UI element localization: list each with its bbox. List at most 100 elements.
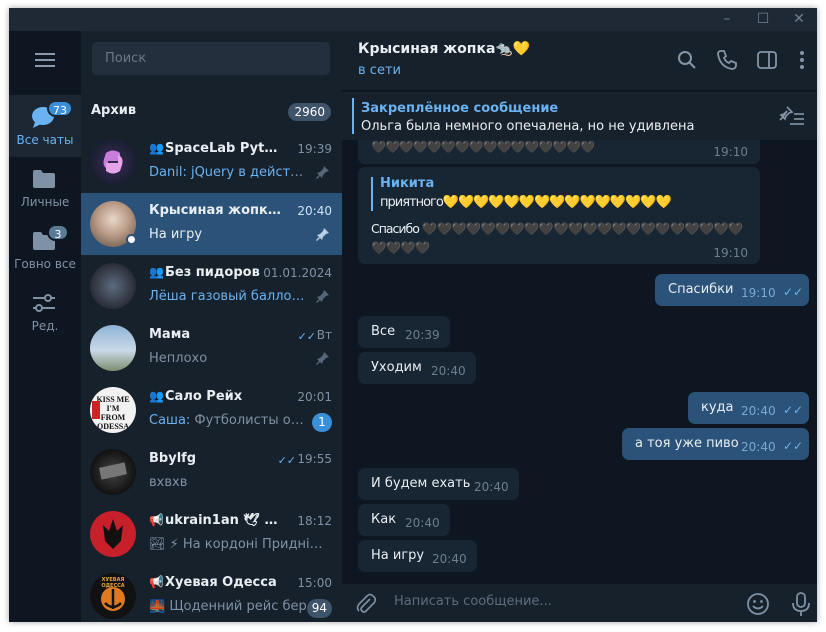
search-icon[interactable] — [676, 49, 698, 71]
avatar — [90, 511, 136, 557]
message-text: Спасибо 🖤🖤🖤🖤🖤🖤🖤🖤🖤🖤🖤🖤🖤🖤🖤🖤🖤🖤🖤🖤🖤🖤🖤🖤🖤🖤 — [371, 221, 743, 255]
close-button[interactable]: ✕ — [781, 8, 817, 31]
chat-preview: Лёша газовый баллон: Стикер — [149, 289, 309, 304]
hamburger-menu-icon[interactable] — [35, 53, 55, 67]
folder-label: Говно все — [14, 257, 76, 271]
chat-name: 👥Сало Рейх — [149, 389, 243, 404]
avatar — [90, 263, 136, 309]
message-text: На игру — [371, 548, 425, 563]
pinned-list-icon[interactable] — [779, 105, 805, 127]
telegram-window: – ☐ ✕ 73 Все чаты Личные 3 Говно все Ред… — [9, 8, 817, 622]
chat-item[interactable]: 📢ukrain1an 🕊 news 18:12 🏞 ⚡ На кордоні П… — [81, 503, 342, 565]
chat-item[interactable]: KISS ME I'M FROM ODESSA 👥Сало Рейх 20:01 Са… — [81, 379, 342, 441]
avatar — [90, 325, 136, 371]
message-bubble-outgoing[interactable]: а тоя уже пиво 20:40 ✓✓ — [622, 428, 809, 460]
chat-time: 20:01 — [297, 390, 332, 404]
attach-icon[interactable] — [355, 593, 377, 615]
preview-sender: Danil: — [149, 165, 187, 180]
message-bubble-incoming[interactable]: Уходим 20:40 — [358, 352, 476, 384]
chat-title[interactable]: Крысиная жопка🐀💛 — [358, 41, 530, 57]
chat-preview: Danil: jQuery в действии.pdf — [149, 165, 309, 180]
pinned-accent-bar — [352, 98, 354, 134]
message-time: 20:40 — [432, 552, 467, 566]
message-bubble-incoming[interactable]: На игру 20:40 — [358, 540, 477, 572]
reply-text: приятного💛💛💛💛💛💛💛💛💛💛💛💛💛💛💛 — [380, 195, 672, 210]
sidebar-toggle-icon[interactable] — [756, 49, 778, 71]
megaphone-icon: 📢 — [149, 513, 164, 527]
pin-icon — [316, 290, 329, 303]
message-bubble-incoming[interactable]: И будем ехать 20:40 — [358, 468, 519, 500]
chat-preview: вхвхв — [149, 475, 188, 490]
read-ticks-icon: ✓✓ — [277, 454, 296, 467]
chat-item[interactable]: Мама ✓✓ Вт Неплохо — [81, 317, 342, 379]
chat-name: Bbylfg — [149, 451, 197, 466]
message-time: 19:10 — [741, 286, 776, 300]
chat-name: 📢Хуевая Одесса — [149, 575, 277, 590]
reply-accent-bar — [371, 177, 373, 211]
chat-status: в сети — [358, 63, 401, 78]
pin-icon — [316, 352, 329, 365]
avatar: ХУЕВАЯ ОДЕССА — [90, 573, 136, 619]
chat-item[interactable]: Bbylfg ✓✓ 19:55 вхвхв — [81, 441, 342, 503]
message-text: а тоя уже пиво — [635, 436, 739, 451]
chat-time: 18:12 — [297, 514, 332, 528]
minimize-button[interactable]: – — [709, 8, 745, 31]
sliders-icon — [33, 294, 55, 312]
message-time: 20:40 — [741, 440, 776, 454]
chat-item[interactable]: ХУЕВАЯ ОДЕССА 📢Хуевая Одесса 15:00 🌉 Щод… — [81, 565, 342, 622]
phone-icon[interactable] — [716, 49, 738, 71]
pin-icon — [316, 166, 329, 179]
message-composer: Написать сообщение... — [342, 584, 817, 622]
folder-label: Личные — [20, 195, 70, 209]
chat-preview: На игру — [149, 227, 203, 242]
message-input[interactable]: Написать сообщение... — [394, 594, 552, 609]
group-icon: 👥 — [149, 265, 164, 279]
megaphone-icon: 📢 — [149, 575, 164, 589]
folder-all-shit[interactable]: 3 Говно все — [9, 219, 81, 281]
folder-all-chats[interactable]: 73 Все чаты — [9, 95, 81, 157]
read-ticks-icon: ✓✓ — [783, 439, 804, 453]
message-time: 20:40 — [431, 364, 466, 378]
folder-edit[interactable]: Ред. — [9, 281, 81, 343]
unread-badge: 94 — [306, 599, 332, 618]
message-bubble-outgoing[interactable]: куда 20:40 ✓✓ — [688, 392, 809, 424]
emoji-icon[interactable] — [746, 592, 770, 616]
avatar: KISS ME I'M FROM ODESSA — [90, 387, 136, 433]
message-text: куда — [701, 400, 734, 415]
chat-name: 📢ukrain1an 🕊 news — [149, 513, 284, 528]
message-bubble-incoming[interactable]: 🖤🖤🖤🖤🖤🖤🖤🖤🖤🖤🖤🖤🖤🖤🖤🖤 19:10 — [358, 140, 760, 164]
message-history: 🖤🖤🖤🖤🖤🖤🖤🖤🖤🖤🖤🖤🖤🖤🖤🖤 19:10 Никита приятного💛… — [342, 140, 817, 584]
message-bubble-incoming[interactable]: Как 20:40 — [358, 504, 450, 536]
message-text: Уходим — [371, 360, 422, 375]
message-bubble-incoming[interactable]: Все 20:39 — [358, 316, 450, 348]
chat-preview: Неплохо — [149, 351, 208, 366]
folder-badge: 3 — [47, 224, 69, 241]
message-bubble-outgoing[interactable]: Спасибки 19:10 ✓✓ — [655, 274, 809, 306]
chat-header: Крысиная жопка🐀💛 в сети — [342, 31, 817, 91]
pinned-text: Ольга была немного опечалена, но не удив… — [361, 119, 695, 134]
chat-preview: 🏞 ⚡ На кордоні Придністров'я — [149, 537, 329, 552]
folder-label: Все чаты — [16, 133, 74, 147]
chat-preview: Саша: Футболисты они такие — [149, 413, 309, 428]
message-text: И будем ехать — [371, 476, 471, 491]
search-input[interactable]: Поиск — [92, 42, 330, 75]
unread-badge: 1 — [312, 413, 332, 432]
message-time: 19:10 — [713, 246, 748, 260]
pinned-message-bar[interactable]: Закреплённое сообщение Ольга была немног… — [342, 92, 817, 140]
chat-item[interactable]: 👥Без пидоров 01.01.2024 Лёша газовый бал… — [81, 255, 342, 317]
chat-item[interactable]: 👥SpaceLab Python 19:39 Danil: jQuery в д… — [81, 131, 342, 193]
archive-title: Архив — [91, 103, 137, 118]
folder-personal[interactable]: Личные — [9, 157, 81, 219]
microphone-icon[interactable] — [790, 591, 812, 617]
chat-time: Вт — [316, 328, 332, 342]
preview-sender: Саша: — [149, 413, 191, 428]
archive-count-badge: 2960 — [288, 103, 331, 121]
avatar — [90, 139, 136, 185]
chat-item-active[interactable]: Крысиная жопка🐀💛 20:40 На игру — [81, 193, 342, 255]
archive-row[interactable]: Архив 2960 — [81, 91, 342, 131]
maximize-button[interactable]: ☐ — [745, 8, 781, 31]
folders-sidebar: 73 Все чаты Личные 3 Говно все Ред. — [9, 31, 81, 622]
chat-name: Мама — [149, 327, 191, 342]
message-bubble-incoming[interactable]: Никита приятного💛💛💛💛💛💛💛💛💛💛💛💛💛💛💛 Спасибо … — [358, 167, 760, 264]
more-options-icon[interactable] — [791, 49, 813, 71]
